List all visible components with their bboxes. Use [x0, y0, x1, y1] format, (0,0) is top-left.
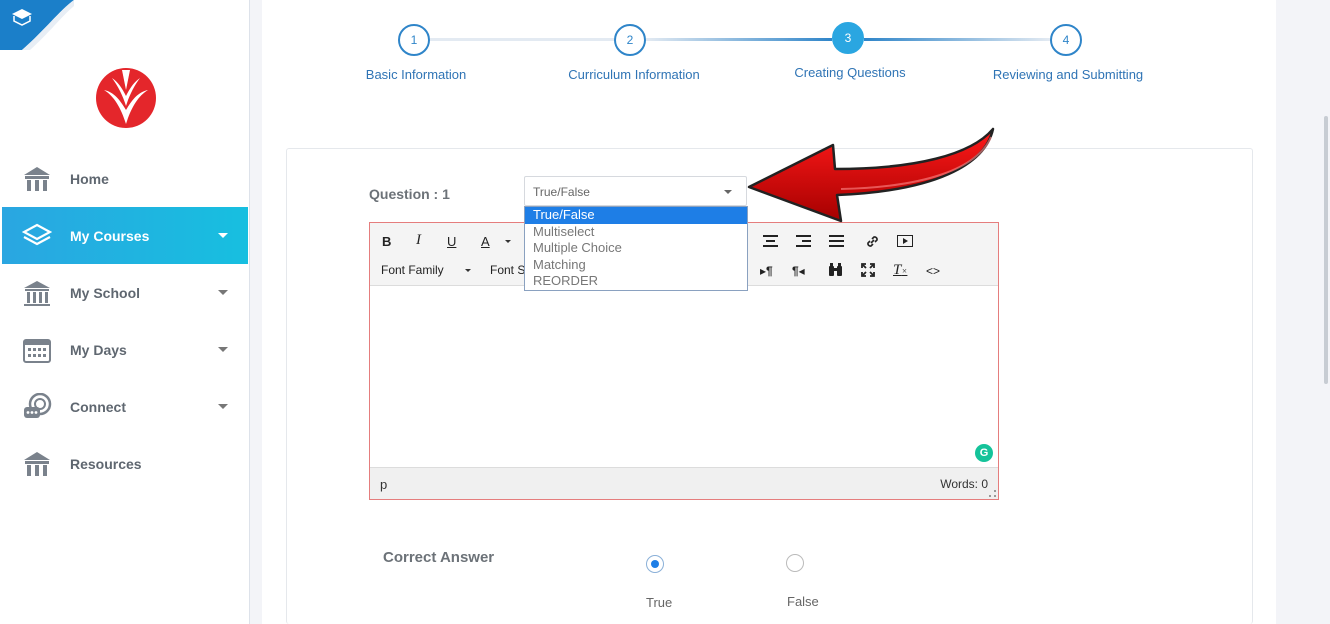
- step-number: 3: [844, 31, 852, 45]
- step-label-creating-questions: Creating Questions: [794, 65, 906, 80]
- sidebar: Home My Courses My School My Days Connec…: [0, 0, 250, 624]
- annotation-arrow-icon: [747, 127, 995, 223]
- step-4[interactable]: 4: [1050, 24, 1082, 56]
- question-type-select[interactable]: True/False: [524, 176, 747, 206]
- step-number: 1: [410, 33, 418, 47]
- resize-handle-icon[interactable]: [989, 490, 996, 497]
- sidebar-item-connect[interactable]: Connect: [2, 378, 248, 435]
- editor-statusbar: p Words: 0: [370, 467, 998, 499]
- sidebar-item-label: Home: [70, 170, 109, 187]
- step-3[interactable]: 3: [832, 22, 864, 54]
- clear-format-icon[interactable]: T×: [893, 262, 907, 279]
- school-logo: [96, 68, 156, 128]
- chevron-down-icon[interactable]: [218, 404, 228, 409]
- option-multiple-choice[interactable]: Multiple Choice: [525, 240, 747, 257]
- false-radio-label: False: [787, 594, 819, 609]
- source-code-icon[interactable]: <>: [926, 264, 940, 278]
- sidebar-item-label: My Days: [70, 341, 127, 358]
- sidebar-item-label: Connect: [70, 398, 126, 415]
- sidebar-item-label: My Courses: [70, 227, 150, 244]
- sidebar-item-my-courses[interactable]: My Courses: [2, 207, 248, 264]
- option-reorder[interactable]: REORDER: [525, 273, 747, 290]
- building-icon: [22, 164, 52, 194]
- font-family-select[interactable]: Font Family: [381, 263, 444, 277]
- ltr-icon[interactable]: ▸¶: [760, 264, 773, 278]
- right-gutter: [1276, 0, 1330, 624]
- chat-icon: [22, 392, 52, 422]
- school-icon: [22, 278, 52, 308]
- step-2[interactable]: 2: [614, 24, 646, 56]
- chevron-down-icon: [724, 190, 732, 194]
- layers-icon: [22, 221, 52, 251]
- chevron-down-icon[interactable]: [218, 290, 228, 295]
- grammarly-icon[interactable]: G: [975, 444, 993, 462]
- bold-button[interactable]: B: [382, 234, 391, 249]
- sidebar-item-resources[interactable]: Resources: [2, 435, 248, 492]
- chevron-down-icon[interactable]: [218, 347, 228, 352]
- sidebar-item-home[interactable]: Home: [2, 150, 248, 207]
- step-number: 4: [1062, 33, 1070, 47]
- chevron-down-icon[interactable]: [218, 233, 228, 238]
- find-icon[interactable]: [828, 263, 843, 277]
- question-type-value: True/False: [533, 185, 590, 199]
- chevron-down-icon[interactable]: [505, 240, 511, 243]
- step-connector: [646, 38, 832, 41]
- sidebar-item-label: Resources: [70, 455, 142, 472]
- option-true-false[interactable]: True/False: [525, 207, 747, 224]
- building-icon: [22, 449, 52, 479]
- fullscreen-icon[interactable]: [861, 263, 875, 277]
- chevron-down-icon[interactable]: [465, 269, 471, 272]
- sidebar-item-my-school[interactable]: My School: [2, 264, 248, 321]
- step-label-basic-information: Basic Information: [365, 67, 467, 82]
- editor-content-area[interactable]: [370, 286, 998, 467]
- underline-button[interactable]: U: [447, 234, 456, 249]
- step-connector: [864, 38, 1050, 41]
- step-connector: [430, 38, 616, 41]
- font-color-button[interactable]: A: [481, 234, 490, 249]
- step-1[interactable]: 1: [398, 24, 430, 56]
- sidebar-nav: Home My Courses My School My Days Connec…: [2, 150, 248, 492]
- step-label-reviewing-and-submitting: Reviewing and Submitting: [992, 67, 1144, 82]
- corner-ribbon-icon: [0, 0, 74, 50]
- calendar-icon: [22, 335, 52, 365]
- step-number: 2: [626, 33, 634, 47]
- true-radio-label: True: [646, 595, 673, 610]
- false-radio[interactable]: [786, 554, 804, 572]
- sidebar-item-label: My School: [70, 284, 141, 301]
- option-multiselect[interactable]: Multiselect: [525, 224, 747, 241]
- font-size-select[interactable]: Font S: [490, 263, 525, 277]
- element-path[interactable]: p: [380, 477, 387, 492]
- question-type-options: True/False Multiselect Multiple Choice M…: [524, 206, 748, 291]
- step-label-curriculum-information: Curriculum Information: [568, 67, 700, 82]
- true-radio[interactable]: [646, 555, 664, 573]
- sidebar-item-my-days[interactable]: My Days: [2, 321, 248, 378]
- correct-answer-label: Correct Answer: [383, 549, 495, 566]
- question-label: Question : 1: [369, 186, 450, 202]
- italic-button[interactable]: I: [416, 232, 421, 249]
- rtl-icon[interactable]: ¶◂: [792, 264, 805, 278]
- scrollbar-thumb[interactable]: [1324, 116, 1328, 384]
- option-matching[interactable]: Matching: [525, 257, 747, 274]
- word-count: Words: 0: [940, 477, 988, 491]
